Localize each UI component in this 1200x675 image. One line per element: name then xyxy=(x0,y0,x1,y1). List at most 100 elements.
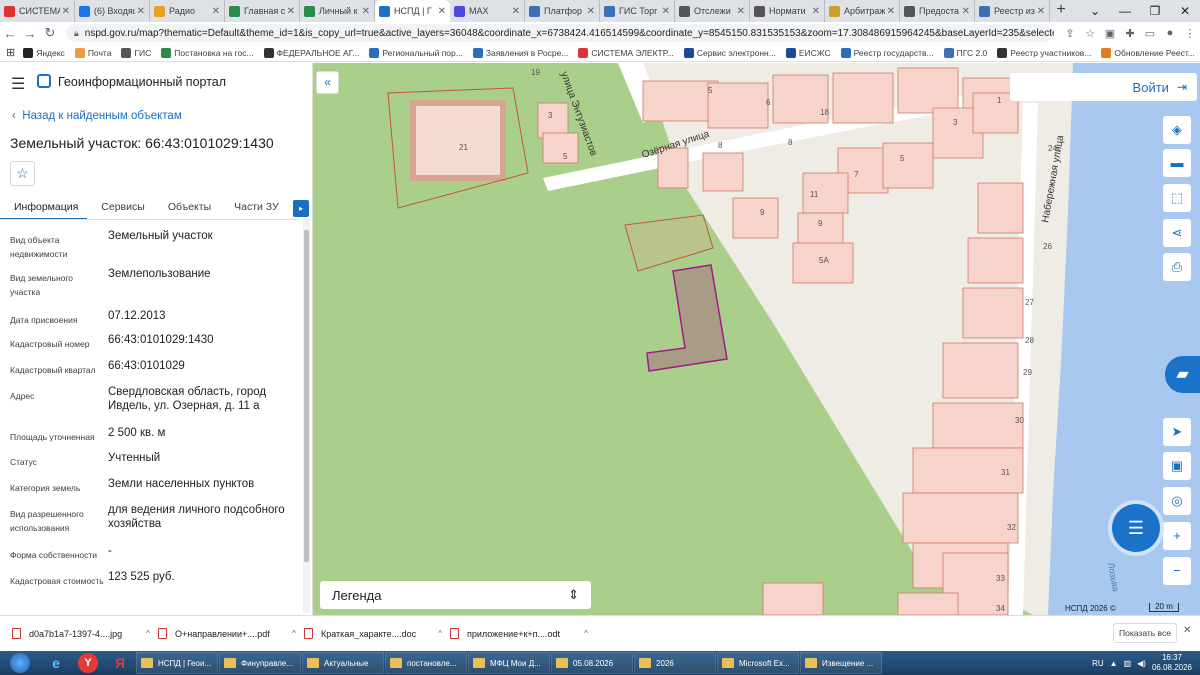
tab-close-icon[interactable]: ✕ xyxy=(962,6,970,17)
taskbar-task[interactable]: 05.08.2026 xyxy=(551,652,633,674)
navigate-icon[interactable]: ➤ xyxy=(1163,418,1191,446)
browser-tab[interactable]: НСПД | Г ✕ xyxy=(375,0,450,22)
tab-close-icon[interactable]: ✕ xyxy=(512,6,520,17)
info-tab[interactable]: Объекты xyxy=(154,198,220,219)
bookmark-item[interactable]: Реестр участников... xyxy=(997,47,1091,58)
info-tab[interactable]: Части ЗУ xyxy=(220,198,288,219)
map-canvas[interactable]: Озёрная улица Набережная улица улица Энт… xyxy=(313,63,1200,615)
browser-tab[interactable]: (6) Входящ✕ xyxy=(75,0,150,22)
bookmark-item[interactable]: Обновление Реест... xyxy=(1101,47,1195,58)
download-item[interactable]: Краткая_характе....doc ^ xyxy=(292,628,442,639)
minimap-icon[interactable]: ▣ xyxy=(1163,452,1191,480)
taskbar-task[interactable]: Microsoft Ex... xyxy=(717,652,799,674)
print-icon[interactable]: ⎙ xyxy=(1163,253,1191,281)
tab-close-icon[interactable]: ✕ xyxy=(812,6,820,17)
maximize-button[interactable]: ❐ xyxy=(1140,0,1170,22)
network-icon[interactable]: ▥ xyxy=(1124,659,1132,668)
start-button[interactable] xyxy=(0,651,40,675)
taskbar-task[interactable]: МФЦ Мои Д... xyxy=(468,652,550,674)
more-menu-icon[interactable]: ⋮ xyxy=(1180,27,1200,40)
share-icon[interactable]: ⇪ xyxy=(1060,27,1080,40)
ie-icon[interactable]: e xyxy=(40,652,72,674)
bookmark-item[interactable]: Почта xyxy=(74,47,111,58)
zoom-in-button[interactable]: + xyxy=(1163,522,1191,550)
yandex-browser-icon[interactable]: Y xyxy=(78,653,98,673)
reload-icon[interactable]: ↻ xyxy=(40,25,60,41)
taskbar-task[interactable]: Актуальные xyxy=(302,652,384,674)
bookmark-star-icon[interactable]: ☆ xyxy=(1080,27,1100,40)
minimize-button[interactable]: — xyxy=(1110,0,1140,22)
panel-scrollbar[interactable] xyxy=(303,218,310,613)
tab-close-icon[interactable]: ✕ xyxy=(887,6,895,17)
tray-arrow-icon[interactable]: ▲ xyxy=(1110,659,1118,668)
login-button[interactable]: Войти ⇥ xyxy=(1010,73,1197,101)
show-all-downloads-button[interactable]: Показать все xyxy=(1113,623,1177,643)
close-window-button[interactable]: ✕ xyxy=(1170,0,1200,22)
bookmark-item[interactable]: ФЕДЕРАЛЬНОЕ АГ... xyxy=(263,47,359,58)
bookmark-item[interactable]: ПГС 2.0 xyxy=(943,47,987,58)
back-to-results-link[interactable]: ‹ Назад к найденным объектам xyxy=(12,110,182,122)
extension-icon[interactable]: ▣ xyxy=(1100,27,1120,40)
layers-icon[interactable]: ◈ xyxy=(1163,116,1191,144)
share-link-icon[interactable]: ⋖ xyxy=(1163,219,1191,247)
close-downloads-icon[interactable]: ✕ xyxy=(1183,625,1191,636)
browser-tab[interactable]: Отслежи ✕ xyxy=(675,0,750,22)
tab-close-icon[interactable]: ✕ xyxy=(438,6,446,17)
bookmark-item[interactable]: СИСТЕМА ЭЛЕКТР... xyxy=(578,47,674,58)
browser-tab[interactable]: Личный к ✕ xyxy=(300,0,375,22)
side-widget-icon[interactable]: ▰ xyxy=(1165,356,1200,393)
chat-icon[interactable]: ☰ xyxy=(1112,504,1160,552)
bookmark-item[interactable]: Реестр государств... xyxy=(840,47,934,58)
profile-avatar-icon[interactable]: ● xyxy=(1160,27,1180,39)
download-item[interactable]: d0a7b1a7-1397-4....jpg ^ xyxy=(0,628,150,639)
hamburger-menu-icon[interactable]: ☰ xyxy=(11,74,25,94)
browser-tab[interactable]: Радио ✕ xyxy=(150,0,225,22)
ruler-icon[interactable]: ▬ xyxy=(1163,149,1191,177)
browser-tab[interactable]: СИСТЕМА ✕ xyxy=(0,0,75,22)
forward-arrow-icon[interactable]: → xyxy=(20,26,40,41)
collapse-panel-button[interactable]: « xyxy=(316,71,339,94)
tabs-scroll-right-button[interactable]: ▸ xyxy=(293,200,309,217)
bookmark-item[interactable]: Региональный пор... xyxy=(369,47,463,58)
tab-close-icon[interactable]: ✕ xyxy=(287,6,295,17)
sidebar-icon[interactable]: ▭ xyxy=(1140,27,1160,40)
browser-tab[interactable]: Нормати ✕ xyxy=(750,0,825,22)
bookmark-item[interactable]: Сервис электронн... xyxy=(683,47,776,58)
chevron-up-icon[interactable]: ^ xyxy=(584,629,588,638)
tab-close-icon[interactable]: ✕ xyxy=(662,6,670,17)
bookmark-item[interactable]: ГИС xyxy=(121,47,151,58)
puzzle-icon[interactable]: ✚ xyxy=(1120,27,1140,40)
tab-close-icon[interactable]: ✕ xyxy=(62,6,70,17)
location-icon[interactable]: ◎ xyxy=(1163,487,1191,515)
bookmark-item[interactable]: ЕИСЖС xyxy=(785,47,831,58)
taskbar-task[interactable]: постановле... xyxy=(385,652,467,674)
legend-dropdown[interactable]: Легенда ⇕ xyxy=(320,581,591,609)
language-indicator[interactable]: RU xyxy=(1092,659,1104,668)
favorite-star-button[interactable]: ☆ xyxy=(10,161,35,186)
taskbar-task[interactable]: 2026 xyxy=(634,652,716,674)
browser-tab[interactable]: ГИС Торг ✕ xyxy=(600,0,675,22)
taskbar-task[interactable]: Извещение ... xyxy=(800,652,882,674)
tab-close-icon[interactable]: ✕ xyxy=(212,6,220,17)
chevron-down-icon[interactable]: ⌄ xyxy=(1080,0,1110,22)
tab-close-icon[interactable]: ✕ xyxy=(737,6,745,17)
bookmark-item[interactable]: Заявления в Росре... xyxy=(472,47,568,58)
info-tab[interactable]: Информация xyxy=(0,198,88,219)
info-tab[interactable]: Сервисы xyxy=(87,198,154,219)
download-item[interactable]: О+направлении+....pdf ^ xyxy=(146,628,296,639)
browser-tab[interactable]: Реестр из ✕ xyxy=(975,0,1050,22)
bookmark-item[interactable]: Яндекс xyxy=(23,47,65,58)
tab-close-icon[interactable]: ✕ xyxy=(137,6,145,17)
taskbar-task[interactable]: НСПД | Геои... xyxy=(136,652,218,674)
browser-tab[interactable]: Платфор ✕ xyxy=(525,0,600,22)
url-input[interactable]: 🔒︎ nspd.gov.ru/map?thematic=Default&them… xyxy=(66,24,1054,42)
browser-tab[interactable]: MAX ✕ xyxy=(450,0,525,22)
taskbar-task[interactable]: Финуправле... xyxy=(219,652,301,674)
scrollbar-thumb[interactable] xyxy=(304,230,309,562)
tab-close-icon[interactable]: ✕ xyxy=(362,6,370,17)
download-item[interactable]: приложение+к+п....odt ^ xyxy=(438,628,588,639)
clock[interactable]: 16:37 06.08.2026 xyxy=(1152,653,1200,673)
tab-close-icon[interactable]: ✕ xyxy=(587,6,595,17)
bookmark-item[interactable]: Постановка на гос... xyxy=(161,47,254,58)
apps-grid-icon[interactable]: ⊞ xyxy=(6,46,15,59)
